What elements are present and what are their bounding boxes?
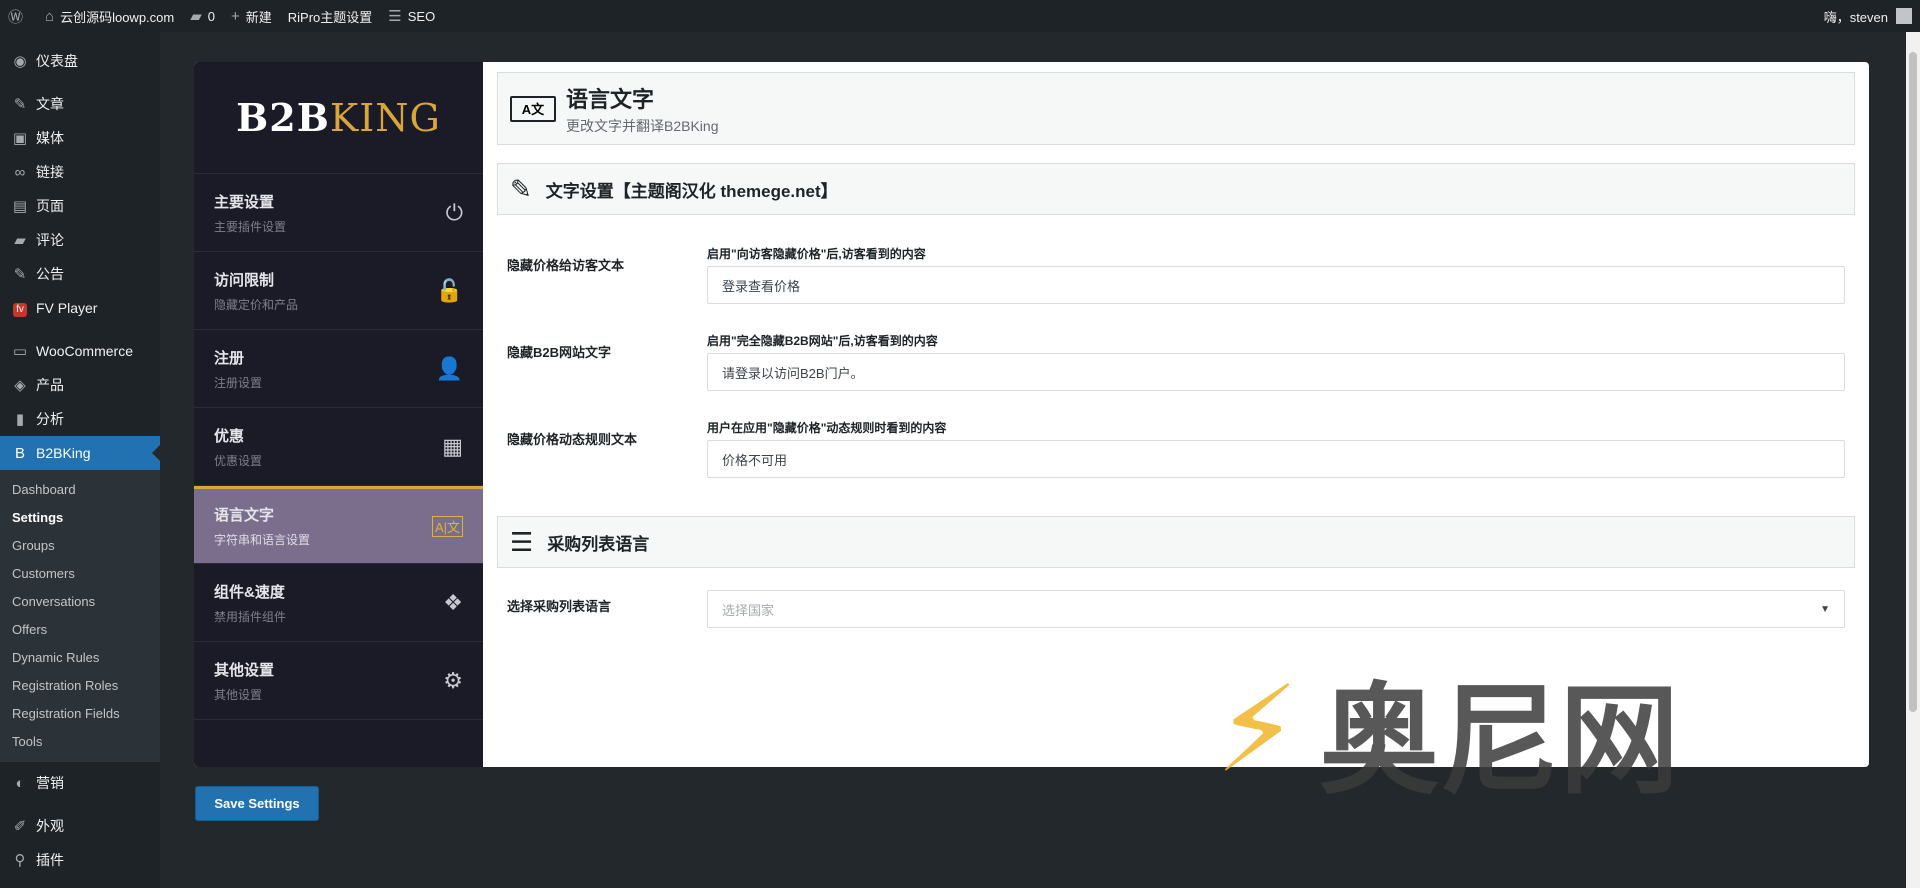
menu-marketing[interactable]: ◐ 营销 — [0, 766, 160, 800]
admin-menu: ◉ 仪表盘 ✎ 文章 ▣ 媒体 ∞ 链接 ▤ 页面 ▰ 评论 ✎ 公告 fv FV Player… — [0, 32, 160, 888]
hide-b2b-site-input[interactable] — [707, 353, 1845, 391]
nav-access-restriction[interactable]: 访问限制 隐藏定价和产品 🔓 — [194, 252, 483, 330]
chevron-down-icon: ▼ — [1820, 603, 1830, 615]
menu-woocommerce[interactable]: ▭ WooCommerce — [0, 334, 160, 368]
media-icon: ▣ — [12, 130, 28, 147]
page-scrollbar[interactable] — [1906, 32, 1920, 888]
comment-icon: ▰ — [14, 232, 26, 249]
menu-plugins[interactable]: ⚲ 插件 — [0, 843, 160, 877]
gear-icon: ⚙ — [443, 667, 463, 693]
new-content-link[interactable]: + 新建 — [223, 0, 280, 32]
edit-icon: ✎ — [510, 173, 532, 204]
comment-icon: ▰ — [190, 8, 202, 25]
b2bking-icon: B — [14, 444, 25, 462]
b2bking-logo: B2B KING — [194, 62, 483, 174]
dashboard-icon: ◉ — [13, 53, 27, 70]
box-icon: ◈ — [14, 377, 26, 394]
brush-icon: ✐ — [13, 818, 27, 835]
menu-media[interactable]: ▣ 媒体 — [0, 121, 160, 155]
submenu-settings[interactable]: Settings — [0, 504, 160, 532]
language-icon: A|文 — [431, 515, 463, 537]
menu-b2bking[interactable]: B B2BKing — [0, 436, 160, 470]
user-greeting[interactable]: 嗨，steven — [1824, 7, 1888, 26]
submenu-offers[interactable]: Offers — [0, 616, 160, 644]
link-icon: ∞ — [14, 163, 26, 181]
watermark: ⚡ 奥尼网 — [1215, 660, 1680, 812]
site-name-link[interactable]: ⌂ 云创源码loowp.com — [37, 0, 182, 32]
submenu-conversations[interactable]: Conversations — [0, 588, 160, 616]
language-icon: A文 — [510, 95, 556, 122]
field-hide-price-dynamic-rule-text: 隐藏价格动态规则文本 用户在应用"隐藏价格"动态规则时看到的内容 — [497, 419, 1855, 478]
submenu-registration-fields[interactable]: Registration Fields — [0, 700, 160, 728]
theme-settings-link[interactable]: RiPro主题设置 — [280, 0, 381, 32]
save-settings-button[interactable]: Save Settings — [195, 786, 319, 821]
seo-icon: ☰ — [388, 8, 402, 25]
chart-icon: ▮ — [15, 411, 25, 428]
lightning-icon: ⚡ — [1215, 660, 1300, 800]
hide-price-guest-input[interactable] — [707, 266, 1845, 304]
fv-icon: fv — [10, 299, 30, 317]
page-subtitle: 更改文字并翻译B2BKing — [566, 117, 719, 134]
nav-components-speed[interactable]: 组件&速度 禁用插件组件 ❖ — [194, 564, 483, 642]
page-title: 语言文字 — [566, 86, 655, 112]
home-icon: ⌂ — [45, 7, 55, 25]
field-hide-price-guest-text: 隐藏价格给访客文本 启用"向访客隐藏价格"后,访客看到的内容 — [497, 245, 1855, 304]
list-icon: ☰ — [510, 526, 534, 557]
submenu-dynamic-rules[interactable]: Dynamic Rules — [0, 644, 160, 672]
menu-dashboard[interactable]: ◉ 仪表盘 — [0, 44, 160, 78]
pin-icon: ✎ — [13, 96, 27, 113]
avatar[interactable] — [1896, 8, 1912, 24]
menu-links[interactable]: ∞ 链接 — [0, 155, 160, 189]
field-hide-b2b-site-text: 隐藏B2B网站文字 启用"完全隐藏B2B网站"后,访客看到的内容 — [497, 332, 1855, 391]
plugin-icon: ⚲ — [14, 852, 26, 869]
nav-registration[interactable]: 注册 注册设置 👤 — [194, 330, 483, 408]
menu-posts[interactable]: ✎ 文章 — [0, 87, 160, 121]
submenu-registration-roles[interactable]: Registration Roles — [0, 672, 160, 700]
submenu-dashboard[interactable]: Dashboard — [0, 476, 160, 504]
menu-products[interactable]: ◈ 产品 — [0, 368, 160, 402]
menu-comments[interactable]: ▰ 评论 — [0, 223, 160, 257]
woo-icon: ▭ — [12, 343, 28, 360]
menu-analytics[interactable]: ▮ 分析 — [0, 402, 160, 436]
wordpress-logo[interactable]: Ⓦ — [0, 0, 37, 32]
b2bking-submenu: Dashboard Settings Groups Customers Conv… — [0, 470, 160, 762]
purchase-list-language-section-header: ☰ 采购列表语言 — [497, 516, 1855, 568]
unlock-icon: 🔓 — [435, 277, 463, 303]
wordpress-icon: Ⓦ — [8, 8, 24, 26]
admin-bar: Ⓦ ⌂ 云创源码loowp.com ▰ 0 + 新建 RiPro主题设置 ☰ SEO 嗨… — [0, 0, 1920, 32]
comments-link[interactable]: ▰ 0 — [182, 0, 223, 32]
cubes-icon: ❖ — [443, 589, 463, 615]
plus-icon: + — [231, 7, 240, 25]
purchase-list-language-select[interactable]: 选择国家 ▼ — [707, 590, 1845, 628]
power-icon: ⏻ — [445, 199, 463, 225]
submenu-customers[interactable]: Customers — [0, 560, 160, 588]
nav-language-text[interactable]: 语言文字 字符串和语言设置 A|文 — [194, 486, 483, 564]
nav-other-settings[interactable]: 其他设置 其他设置 ⚙ — [194, 642, 483, 720]
box-icon: ▦ — [442, 433, 463, 459]
pin-icon: ✎ — [13, 266, 27, 283]
nav-offers[interactable]: 优惠 优惠设置 ▦ — [194, 408, 483, 486]
b2bking-settings-nav: B2B KING 主要设置 主要插件设置 ⏻ 访问限制 隐藏定价和产品 🔓 注册 注册设… — [194, 62, 483, 767]
scrollbar-thumb[interactable] — [1909, 52, 1917, 712]
seo-link[interactable]: ☰ SEO — [380, 0, 443, 32]
text-settings-section-header: ✎ 文字设置【主题阁汉化 themege.net】 — [497, 163, 1855, 215]
menu-fv-player[interactable]: fv FV Player — [0, 291, 160, 325]
menu-announcements[interactable]: ✎ 公告 — [0, 257, 160, 291]
page-header: A文 语言文字 更改文字并翻译B2BKing — [497, 72, 1855, 145]
submenu-tools[interactable]: Tools — [0, 728, 160, 756]
menu-appearance[interactable]: ✐ 外观 — [0, 809, 160, 843]
menu-pages[interactable]: ▤ 页面 — [0, 189, 160, 223]
submenu-groups[interactable]: Groups — [0, 532, 160, 560]
megaphone-icon: ◐ — [15, 774, 25, 792]
field-purchase-list-language: 选择采购列表语言 选择国家 ▼ — [497, 590, 1855, 628]
page-icon: ▤ — [12, 198, 28, 215]
nav-main-settings[interactable]: 主要设置 主要插件设置 ⏻ — [194, 174, 483, 252]
hide-price-dynamic-rule-input[interactable] — [707, 440, 1845, 478]
user-plus-icon: 👤 — [435, 355, 463, 381]
